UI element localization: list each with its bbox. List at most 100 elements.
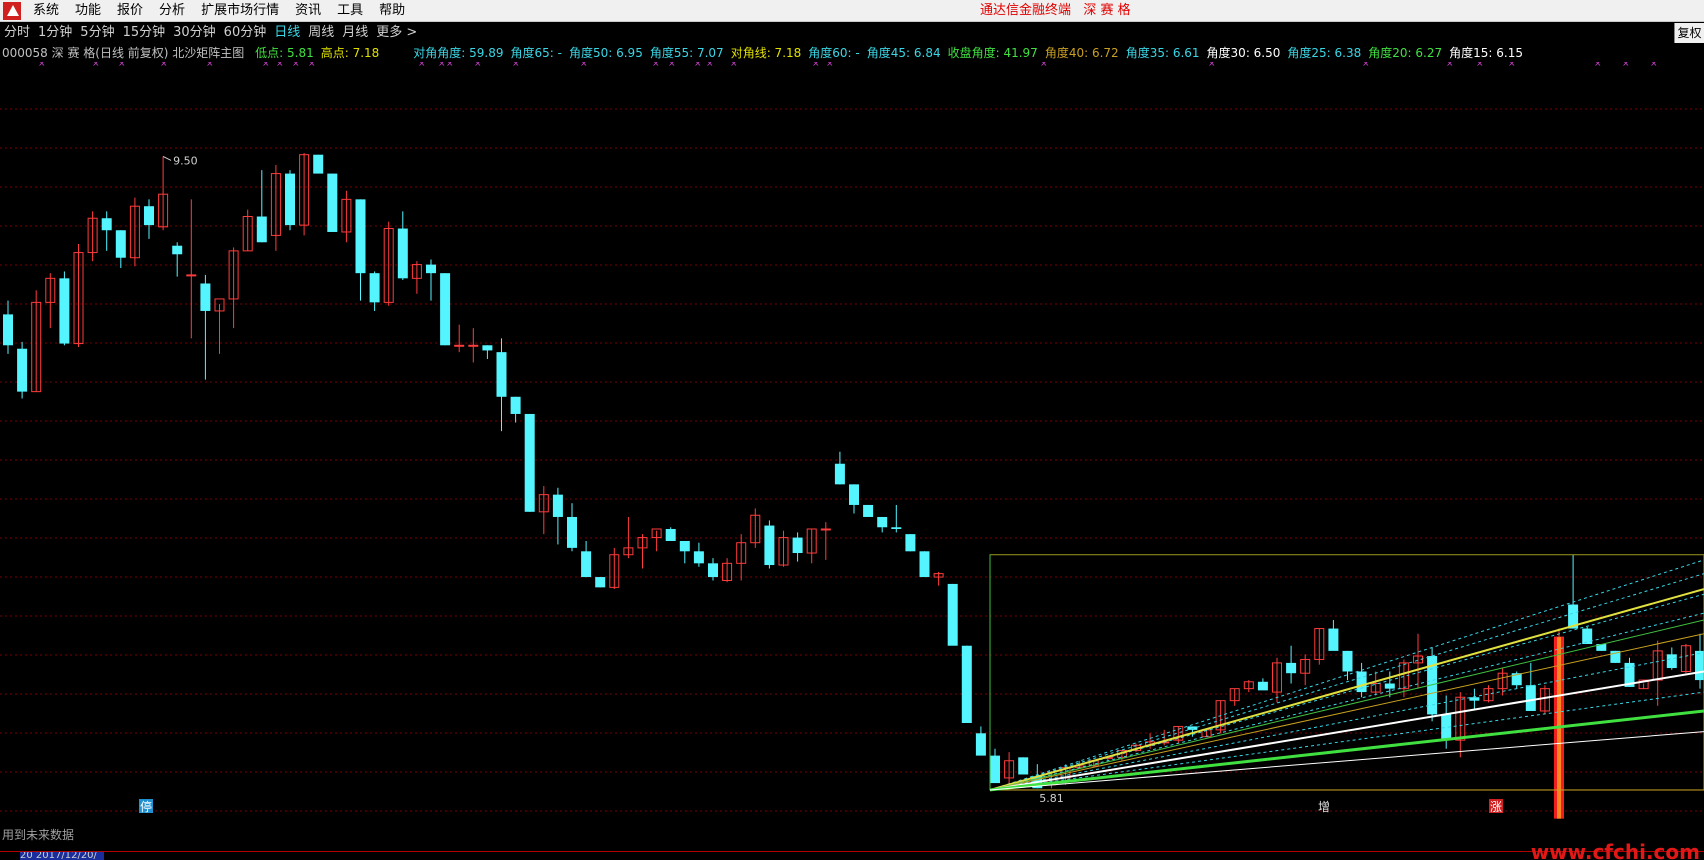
- signal-marker: ×: [438, 62, 446, 69]
- signal-marker: ×: [118, 62, 126, 69]
- signal-marker: ×: [580, 62, 588, 69]
- candle-body: [961, 645, 972, 723]
- candle-body: [454, 344, 465, 347]
- event-mark: 涨: [1490, 799, 1502, 814]
- candle-body: [1525, 685, 1536, 711]
- menu-bar: 系统 功能 报价 分析 扩展市场行情 资讯 工具 帮助 通达信金融终端 深 赛 …: [0, 0, 1704, 22]
- window-title: 通达信金融终端 深 赛 格: [980, 0, 1131, 22]
- tab-weekly[interactable]: 周线: [304, 23, 338, 43]
- signal-marker: ×: [1622, 62, 1630, 69]
- candle-body: [905, 534, 916, 552]
- candle-body: [59, 278, 70, 344]
- menu-item-news[interactable]: 资讯: [287, 0, 329, 22]
- watermark-text: www.cfchi.com: [1530, 840, 1700, 860]
- signal-marker: ×: [652, 62, 660, 69]
- candle-body: [524, 413, 535, 512]
- tab-60min[interactable]: 60分钟: [220, 23, 271, 43]
- candle-body: [1286, 662, 1297, 674]
- current-stock-name: 深 赛 格: [1083, 3, 1131, 18]
- indicator-value: 收盘角度: 41.97: [947, 46, 1038, 60]
- candle-body: [1342, 650, 1353, 672]
- candle-body: [3, 314, 13, 346]
- candle-body: [482, 345, 493, 351]
- candlestick-chart[interactable]: × × × × × × × × × × × × × × × × × × × × × × × × × × × × × × × 9.50 5.81 停…: [0, 62, 1704, 826]
- indicator-value: 角度30: 6.50: [1206, 46, 1281, 60]
- candle-body: [115, 230, 126, 258]
- indicator-value: 角度15: 6.15: [1449, 46, 1523, 60]
- candle-body: [581, 551, 592, 578]
- signal-marker: ×: [292, 62, 300, 69]
- tab-30min[interactable]: 30分钟: [169, 23, 220, 43]
- candle-body: [975, 733, 986, 756]
- indicator-name[interactable]: 北沙矩阵主图: [172, 46, 244, 60]
- event-mark: 停: [140, 799, 152, 814]
- candle-body: [200, 283, 211, 311]
- signal-marker: ×: [1362, 62, 1370, 69]
- menu-item-tools[interactable]: 工具: [329, 0, 371, 22]
- candle-body: [1666, 654, 1677, 669]
- indicator-value: 角度65: -: [510, 46, 562, 60]
- indicator-value: 低点: 5.81: [255, 46, 314, 60]
- indicator-value: 角度45: 6.84: [866, 46, 941, 60]
- app-logo-icon[interactable]: [3, 1, 21, 20]
- signal-marker: ×: [206, 62, 214, 69]
- tab-1min[interactable]: 1分钟: [34, 23, 76, 43]
- menu-item-quote[interactable]: 报价: [109, 0, 151, 22]
- candle-body: [1384, 683, 1395, 689]
- tab-5min[interactable]: 5分钟: [76, 23, 118, 43]
- angle-fan-line: [989, 691, 1704, 791]
- candle-body: [327, 173, 338, 232]
- indicator-value: 角度60: -: [808, 46, 860, 60]
- signal-marker: ×: [92, 62, 100, 69]
- tab-more[interactable]: 更多 >: [372, 23, 421, 43]
- signal-marker: ×: [812, 62, 820, 69]
- date-label: 20 2017/12/20/: [20, 852, 104, 860]
- tab-monthly[interactable]: 月线: [338, 23, 372, 43]
- indicator-value: 角度35: 6.61: [1125, 46, 1200, 60]
- candle-body: [947, 583, 958, 646]
- candle-body: [397, 228, 408, 279]
- signal-marker: ×: [706, 62, 714, 69]
- candle-body: [708, 563, 718, 578]
- menu-item-analysis[interactable]: 分析: [151, 0, 193, 22]
- indicator-header: 000058 深 赛 格(日线 前复权) 北沙矩阵主图 低点: 5.81 高点: …: [2, 44, 1523, 62]
- signal-marker: ×: [1208, 62, 1216, 69]
- candle-body: [313, 154, 324, 174]
- restore-rights-button[interactable]: 复权: [1674, 23, 1704, 43]
- candle-body: [595, 577, 606, 588]
- candle-body: [990, 755, 1000, 784]
- candle-body: [693, 551, 704, 564]
- candle-body: [1257, 681, 1268, 691]
- signal-marker: ×: [694, 62, 702, 69]
- candle-body: [101, 218, 112, 231]
- indicator-value: 角度50: 6.95: [568, 46, 643, 60]
- candle-body: [186, 274, 197, 277]
- candle-body: [679, 541, 690, 552]
- candle-body: [834, 463, 845, 485]
- signal-marker: ×: [308, 62, 316, 69]
- menu-item-help[interactable]: 帮助: [371, 0, 413, 22]
- tab-daily[interactable]: 日线: [270, 23, 304, 43]
- menu-item-extended-market[interactable]: 扩展市场行情: [193, 0, 287, 22]
- signal-marker: ×: [1476, 62, 1484, 69]
- candle-body: [820, 528, 831, 531]
- angle-fan-line: [989, 619, 1704, 791]
- signal-marker: ×: [1446, 62, 1454, 69]
- candle-body: [496, 352, 507, 397]
- angle-fan-line: [989, 612, 1704, 791]
- menu-item-system[interactable]: 系统: [25, 0, 67, 22]
- indicator-value: 角度25: 6.38: [1287, 46, 1362, 60]
- signal-marker: ×: [160, 62, 168, 69]
- tab-15min[interactable]: 15分钟: [119, 23, 170, 43]
- signal-marker: ×: [276, 62, 284, 69]
- candle-body: [426, 264, 436, 274]
- stock-code: 000058: [2, 46, 48, 60]
- candle-body: [440, 273, 451, 346]
- candle-body: [256, 216, 267, 243]
- menu-item-function[interactable]: 功能: [67, 0, 109, 22]
- future-data-note: 用到未来数据: [2, 828, 75, 842]
- indicator-value: 角度40: 6.72: [1044, 46, 1119, 60]
- candle-body: [877, 516, 888, 528]
- stock-name: 深 赛 格: [51, 46, 96, 60]
- tab-intraday[interactable]: 分时: [0, 23, 34, 43]
